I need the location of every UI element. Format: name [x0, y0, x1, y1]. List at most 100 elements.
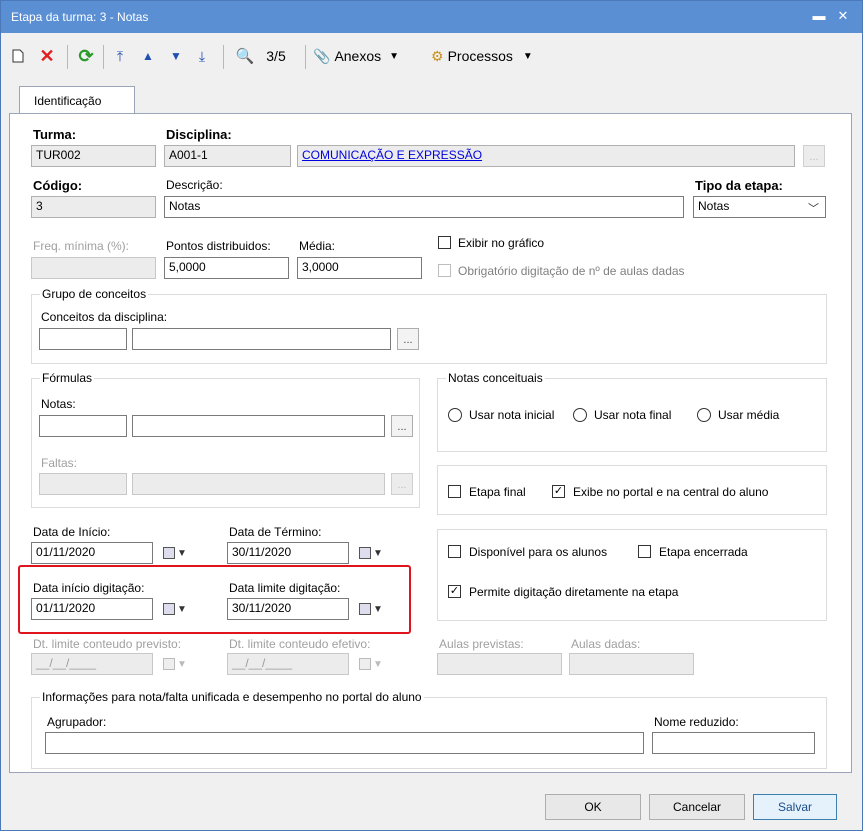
record-counter: 3/5 — [266, 48, 286, 64]
tipo-etapa-select[interactable]: Notas ﹀ — [693, 196, 826, 218]
descricao-input[interactable]: Notas — [164, 196, 684, 218]
grupo-conceitos-title: Grupo de conceitos — [40, 287, 149, 301]
formula-notas-label: Notas: — [41, 397, 76, 411]
permite-digitacao-checkbox[interactable]: ✓ — [448, 585, 461, 598]
save-button[interactable]: Salvar — [753, 794, 837, 820]
highlight-box — [18, 565, 411, 634]
etapa-final-checkbox[interactable] — [448, 485, 461, 498]
data-inicio-label: Data de Início: — [33, 525, 111, 539]
radio-media-label: Usar média — [718, 408, 780, 422]
previous-record-icon[interactable]: ▲ — [137, 43, 159, 69]
chevron-down-icon: ﹀ — [808, 203, 819, 215]
conceitos-lookup-button[interactable]: ... — [397, 328, 419, 350]
nome-reduzido-input[interactable] — [652, 732, 815, 754]
disponivel-alunos-label: Disponível para os alunos — [469, 545, 608, 559]
radio-nota-final[interactable] — [573, 408, 587, 422]
last-record-icon[interactable]: ⤓ — [191, 43, 213, 69]
radio-nota-inicial-label: Usar nota inicial — [469, 408, 555, 422]
info-unificada-title: Informações para nota/falta unificada e … — [40, 690, 424, 704]
aulas-dadas-field[interactable] — [569, 653, 694, 675]
formulas-title: Fórmulas — [40, 371, 95, 385]
notas-conceituais-title: Notas conceituais — [446, 371, 545, 385]
disponibilidade-group — [437, 529, 827, 621]
chevron-down-icon: ▼ — [522, 50, 533, 62]
calendar-icon[interactable]: ▼ — [155, 653, 195, 675]
conceitos-code-input[interactable] — [39, 328, 127, 350]
title-bar: Etapa da turma: 3 - Notas ▬ ✕ — [1, 1, 862, 33]
dt-limite-previsto-label: Dt. limite conteudo previsto: — [33, 637, 182, 651]
tab-identificacao[interactable]: Identificação — [19, 86, 135, 114]
formula-faltas-label: Faltas: — [41, 456, 78, 470]
search-icon[interactable]: 🔍 — [233, 43, 257, 69]
data-termino-label: Data de Término: — [229, 525, 322, 539]
disciplina-lookup-button[interactable]: ... — [803, 145, 825, 167]
freq-minima-label: Freq. mínima (%): — [33, 239, 130, 253]
etapa-encerrada-label: Etapa encerrada — [659, 545, 748, 559]
pontos-label: Pontos distribuidos: — [166, 239, 271, 253]
calendar-icon[interactable]: ▼ — [351, 653, 391, 675]
codigo-label: Código: — [33, 178, 83, 193]
dt-limite-previsto-input[interactable]: __/__/____ — [31, 653, 153, 675]
next-record-icon[interactable]: ▼ — [165, 43, 187, 69]
paperclip-icon: 📎 — [313, 47, 331, 64]
exibe-portal-label: Exibe no portal e na central do aluno — [573, 485, 769, 499]
obrigatorio-label: Obrigatório digitação de nº de aulas dad… — [458, 264, 685, 278]
nome-reduzido-label: Nome reduzido: — [654, 715, 739, 729]
pontos-input[interactable]: 5,0000 — [164, 257, 289, 279]
freq-minima-field[interactable] — [31, 257, 156, 279]
delete-icon[interactable]: ✕ — [35, 43, 59, 69]
conceitos-label: Conceitos da disciplina: — [41, 310, 168, 324]
dt-limite-efetivo-input[interactable]: __/__/____ — [227, 653, 349, 675]
media-label: Média: — [299, 239, 336, 253]
attachments-menu[interactable]: 📎 Anexos ▼ — [313, 43, 425, 69]
formula-faltas-lookup-button[interactable]: ... — [391, 473, 413, 495]
formula-notas-code-input[interactable] — [39, 415, 127, 437]
tipo-etapa-label: Tipo da etapa: — [695, 178, 783, 193]
calendar-icon[interactable]: ▼ — [155, 542, 195, 564]
close-icon[interactable]: ✕ — [833, 7, 853, 25]
descricao-label: Descrição: — [166, 178, 223, 192]
first-record-icon[interactable]: ⤒ — [109, 43, 131, 69]
data-termino-input[interactable]: 30/11/2020 — [227, 542, 349, 564]
radio-nota-final-label: Usar nota final — [594, 408, 672, 422]
conceitos-name-input[interactable] — [132, 328, 391, 350]
disciplina-code-field[interactable]: A001-1 — [164, 145, 291, 167]
aulas-previstas-label: Aulas previstas: — [439, 637, 524, 651]
radio-media[interactable] — [697, 408, 711, 422]
disciplina-name-link[interactable]: COMUNICAÇÃO E EXPRESSÃO — [297, 145, 795, 167]
restore-icon[interactable]: ▬ — [809, 7, 829, 25]
codigo-field[interactable]: 3 — [31, 196, 156, 218]
formula-faltas-input[interactable] — [132, 473, 385, 495]
formula-notas-input[interactable] — [132, 415, 385, 437]
dt-limite-efetivo-label: Dt. limite conteudo efetivo: — [229, 637, 371, 651]
ok-button[interactable]: OK — [545, 794, 641, 820]
aulas-dadas-label: Aulas dadas: — [571, 637, 641, 651]
etapa-encerrada-checkbox[interactable] — [638, 545, 651, 558]
new-record-icon[interactable] — [7, 43, 29, 69]
permite-digitacao-label: Permite digitação diretamente na etapa — [469, 585, 679, 599]
turma-field[interactable]: TUR002 — [31, 145, 156, 167]
calendar-icon[interactable]: ▼ — [351, 542, 391, 564]
obrigatorio-checkbox[interactable] — [438, 264, 451, 277]
exibir-grafico-label: Exibir no gráfico — [458, 236, 545, 250]
toolbar: ✕ ⟳ ⤒ ▲ ▼ ⤓ 🔍 3/5 📎 Anexos ▼ ⚙ Processos… — [1, 33, 862, 81]
refresh-icon[interactable]: ⟳ — [73, 43, 99, 69]
agrupador-input[interactable] — [45, 732, 644, 754]
etapa-final-label: Etapa final — [469, 485, 526, 499]
gears-icon: ⚙ — [431, 47, 444, 64]
radio-nota-inicial[interactable] — [448, 408, 462, 422]
exibir-grafico-checkbox[interactable] — [438, 236, 451, 249]
media-input[interactable]: 3,0000 — [297, 257, 422, 279]
window-title: Etapa da turma: 3 - Notas — [11, 10, 149, 24]
turma-label: Turma: — [33, 127, 77, 142]
agrupador-label: Agrupador: — [47, 715, 107, 729]
data-inicio-input[interactable]: 01/11/2020 — [31, 542, 153, 564]
disponivel-alunos-checkbox[interactable] — [448, 545, 461, 558]
disciplina-label: Disciplina: — [166, 127, 232, 142]
formula-faltas-code-input[interactable] — [39, 473, 127, 495]
exibe-portal-checkbox[interactable]: ✓ — [552, 485, 565, 498]
cancel-button[interactable]: Cancelar — [649, 794, 745, 820]
aulas-previstas-field[interactable] — [437, 653, 562, 675]
processes-menu[interactable]: ⚙ Processos ▼ — [431, 43, 555, 69]
formula-notas-lookup-button[interactable]: ... — [391, 415, 413, 437]
